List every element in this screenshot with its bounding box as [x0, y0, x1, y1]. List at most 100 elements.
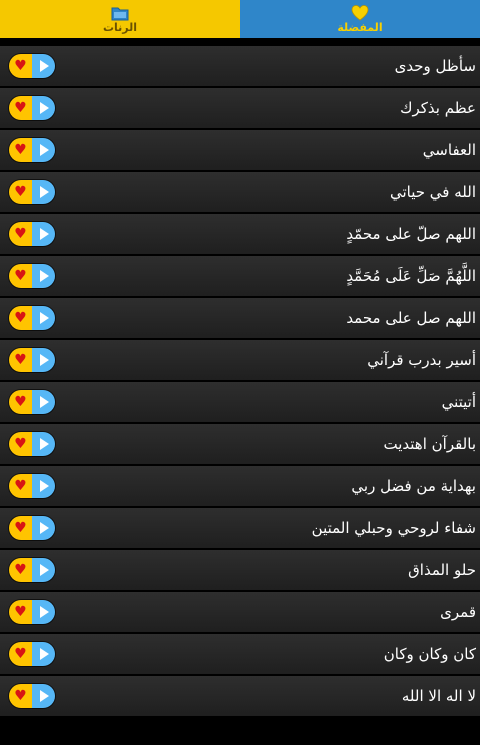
item-controls: ♥: [9, 222, 55, 246]
heart-icon: ♥: [14, 478, 27, 494]
favorite-button[interactable]: ♥: [9, 180, 32, 204]
play-button[interactable]: [32, 348, 55, 372]
heart-icon: ♥: [14, 352, 27, 368]
play-icon: [40, 102, 49, 114]
favorite-button[interactable]: ♥: [9, 138, 32, 162]
play-button[interactable]: [32, 390, 55, 414]
item-controls: ♥: [9, 390, 55, 414]
item-title: الله في حياتي: [389, 183, 476, 201]
play-icon: [40, 144, 49, 156]
item-title: قمرى: [440, 603, 476, 621]
favorite-button[interactable]: ♥: [9, 348, 32, 372]
heart-icon: ♥: [14, 184, 27, 200]
list-item[interactable]: ♥ بالقرآن اهتديت: [0, 424, 480, 464]
item-controls: ♥: [9, 96, 55, 120]
item-title: حلو المذاق: [408, 561, 476, 579]
play-button[interactable]: [32, 432, 55, 456]
list-item[interactable]: ♥ اللَّهُمَّ صَلِّ عَلَى مُحَمَّدٍ: [0, 256, 480, 296]
favorite-button[interactable]: ♥: [9, 516, 32, 540]
tab-ringtones[interactable]: الرنات: [0, 0, 240, 38]
play-button[interactable]: [32, 642, 55, 666]
favorite-button[interactable]: ♥: [9, 432, 32, 456]
favorite-button[interactable]: ♥: [9, 390, 32, 414]
play-button[interactable]: [32, 264, 55, 288]
list-item[interactable]: ♥ العفاسي: [0, 130, 480, 170]
play-button[interactable]: [32, 180, 55, 204]
heart-icon: ♥: [14, 394, 27, 410]
list-item[interactable]: ♥ حلو المذاق: [0, 550, 480, 590]
play-button[interactable]: [32, 96, 55, 120]
favorite-button[interactable]: ♥: [9, 600, 32, 624]
tab-ringtones-label: الرنات: [102, 20, 138, 34]
item-controls: ♥: [9, 306, 55, 330]
item-title: أتيتني: [441, 393, 476, 411]
heart-icon: ♥: [14, 562, 27, 578]
list-item[interactable]: ♥ لا اله الا الله: [0, 676, 480, 716]
favorite-button[interactable]: ♥: [9, 306, 32, 330]
favorite-button[interactable]: ♥: [9, 558, 32, 582]
heart-icon: ♥: [14, 100, 27, 116]
folder-icon: [111, 7, 129, 20]
item-title: العفاسي: [422, 141, 476, 159]
play-icon: [40, 354, 49, 366]
heart-icon: [351, 5, 369, 21]
list-item[interactable]: ♥ شفاء لروحي وحبلي المتين: [0, 508, 480, 548]
favorite-button[interactable]: ♥: [9, 54, 32, 78]
list-item[interactable]: ♥ الله في حياتي: [0, 172, 480, 212]
item-controls: ♥: [9, 138, 55, 162]
play-icon: [40, 606, 49, 618]
play-button[interactable]: [32, 684, 55, 708]
heart-icon: ♥: [14, 268, 27, 284]
play-icon: [40, 60, 49, 72]
play-icon: [40, 480, 49, 492]
heart-icon: ♥: [14, 436, 27, 452]
item-title: سأظل وحدى: [394, 57, 476, 75]
list-item[interactable]: ♥ اللهم صل على محمد: [0, 298, 480, 338]
favorite-button[interactable]: ♥: [9, 474, 32, 498]
favorite-button[interactable]: ♥: [9, 642, 32, 666]
play-button[interactable]: [32, 222, 55, 246]
favorite-button[interactable]: ♥: [9, 264, 32, 288]
item-title: اللَّهُمَّ صَلِّ عَلَى مُحَمَّدٍ: [346, 267, 476, 285]
play-button[interactable]: [32, 138, 55, 162]
play-button[interactable]: [32, 600, 55, 624]
play-button[interactable]: [32, 558, 55, 582]
item-controls: ♥: [9, 54, 55, 78]
heart-icon: ♥: [14, 604, 27, 620]
item-title: عظم بذكرك: [400, 99, 476, 117]
item-title: اللهم صل على محمد: [346, 309, 476, 327]
heart-icon: ♥: [14, 310, 27, 326]
tab-bar: الرنات المفضلة: [0, 0, 480, 38]
item-title: كان وكان وكان: [383, 645, 476, 663]
item-title: بالقرآن اهتديت: [383, 435, 476, 453]
list-item[interactable]: ♥ كان وكان وكان: [0, 634, 480, 674]
heart-icon: ♥: [14, 226, 27, 242]
item-controls: ♥: [9, 684, 55, 708]
list-item[interactable]: ♥ عظم بذكرك: [0, 88, 480, 128]
ringtone-list: ♥ سأظل وحدى ♥ عظم بذكرك ♥ العفاسي ♥ الله…: [0, 46, 480, 716]
play-button[interactable]: [32, 306, 55, 330]
item-controls: ♥: [9, 180, 55, 204]
list-item[interactable]: ♥ اللهم صلّ على محمّدٍ: [0, 214, 480, 254]
list-item[interactable]: ♥ سأظل وحدى: [0, 46, 480, 86]
item-controls: ♥: [9, 516, 55, 540]
list-item[interactable]: ♥ بهداية من فضل ربي: [0, 466, 480, 506]
heart-icon: ♥: [14, 646, 27, 662]
favorite-button[interactable]: ♥: [9, 684, 32, 708]
play-button[interactable]: [32, 474, 55, 498]
list-item[interactable]: ♥ قمرى: [0, 592, 480, 632]
item-title: بهداية من فضل ربي: [351, 477, 476, 495]
list-item[interactable]: ♥ أتيتني: [0, 382, 480, 422]
list-item[interactable]: ♥ أسير بدرب قرآني: [0, 340, 480, 380]
heart-icon: ♥: [14, 520, 27, 536]
item-title: اللهم صلّ على محمّدٍ: [346, 225, 476, 243]
play-button[interactable]: [32, 516, 55, 540]
play-button[interactable]: [32, 54, 55, 78]
item-title: لا اله الا الله: [401, 687, 476, 705]
favorite-button[interactable]: ♥: [9, 96, 32, 120]
play-icon: [40, 564, 49, 576]
play-icon: [40, 690, 49, 702]
favorite-button[interactable]: ♥: [9, 222, 32, 246]
tab-favorites[interactable]: المفضلة: [240, 0, 480, 38]
item-controls: ♥: [9, 348, 55, 372]
